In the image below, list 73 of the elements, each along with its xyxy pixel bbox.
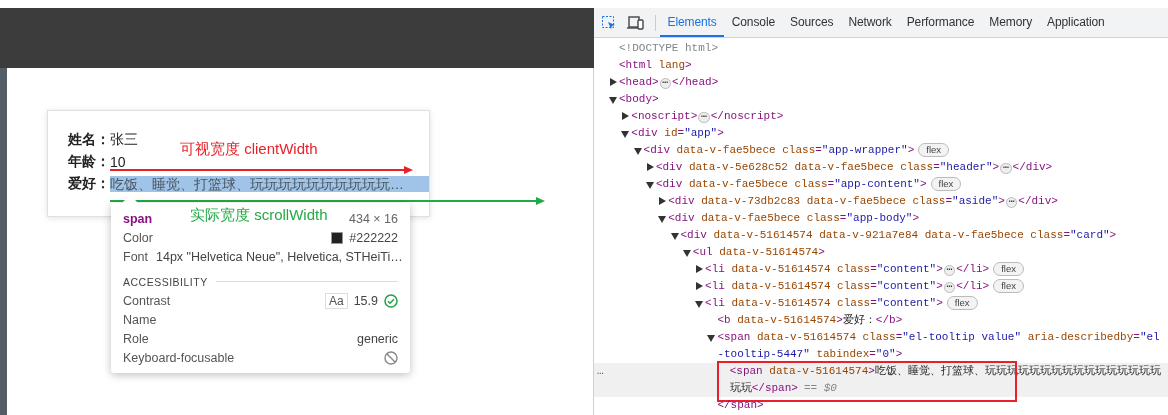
- dom-row[interactable]: <div data-v-51614574 data-v-921a7e84 data-v-fae5bece class="card">: [594, 227, 1168, 244]
- dom-node-markup[interactable]: <div data-v-fae5bece class="app-body">: [668, 210, 920, 227]
- devtools-tab[interactable]: Memory: [981, 8, 1040, 37]
- contrast-sample: Aa: [324, 292, 348, 309]
- field-value: 张三: [110, 131, 138, 149]
- element-size: 434 × 16: [349, 211, 398, 226]
- property-label: Keyboard-focusable: [123, 350, 235, 365]
- dom-node-markup[interactable]: <ul data-v-51614574>: [692, 244, 825, 261]
- field-value: 10: [110, 154, 126, 170]
- devtools-tab[interactable]: Console: [724, 8, 783, 37]
- dom-row[interactable]: <span data-v-51614574 class="el-tooltip value" aria-describedby="el-tooltip-5447" tabindex="0">: [594, 329, 1168, 363]
- devtools-tab[interactable]: Application: [1039, 8, 1113, 37]
- annotation-label: 可视宽度 clientWidth: [180, 140, 318, 159]
- dom-node-markup[interactable]: <html lang>: [619, 57, 692, 74]
- dom-row[interactable]: <div id="app">: [594, 125, 1168, 142]
- dom-row[interactable]: </span>: [594, 397, 1168, 414]
- section-heading: ACCESSIBILITY: [123, 275, 208, 288]
- field-label: 姓名：: [68, 131, 110, 149]
- dom-row[interactable]: <noscript> ⋯ </noscript>: [594, 108, 1168, 125]
- color-swatch: [331, 231, 344, 244]
- dom-row[interactable]: <li data-v-51614574 class="content"> flex: [594, 295, 1168, 312]
- dom-node-markup[interactable]: <li data-v-51614574 class="content"> ⋯ </li> flex: [705, 278, 1024, 295]
- dom-node-markup[interactable]: <div id="app">: [631, 125, 724, 142]
- annotation-label: 实际宽度 scrollWidth: [190, 206, 328, 225]
- dom-row[interactable]: <ul data-v-51614574>: [594, 244, 1168, 261]
- dom-node-markup[interactable]: <head> ⋯ </head>: [619, 74, 719, 91]
- property-label: Name: [123, 312, 157, 327]
- devtools-tab[interactable]: Network: [840, 8, 900, 37]
- dom-row[interactable]: <li data-v-51614574 class="content"> ⋯ </li> flex: [594, 261, 1168, 278]
- dom-row[interactable]: <li data-v-51614574 class="content"> ⋯ </li> flex: [594, 278, 1168, 295]
- devtools-tab[interactable]: Performance: [899, 8, 982, 37]
- dom-node-markup[interactable]: </span>: [717, 397, 764, 414]
- dom-row[interactable]: <!DOCTYPE html>: [594, 40, 1168, 57]
- dom-node-markup[interactable]: <b data-v-51614574>爱好：</b>: [717, 312, 903, 329]
- dom-node-markup[interactable]: <li data-v-51614574 class="content"> ⋯ </li> flex: [705, 261, 1024, 278]
- dom-row[interactable]: <b data-v-51614574>爱好：</b>: [594, 312, 1168, 329]
- dom-node-markup[interactable]: <noscript> ⋯ </noscript>: [631, 108, 784, 125]
- dom-row[interactable]: <head> ⋯ </head>: [594, 74, 1168, 91]
- dom-row[interactable]: <div data-v-fae5bece class="app-body">: [594, 210, 1168, 227]
- property-value: 14px "Helvetica Neue", Helvetica, STHeiTi…: [156, 249, 403, 264]
- device-toggle-icon[interactable]: [627, 14, 645, 31]
- dom-row[interactable]: <html lang>: [594, 57, 1168, 74]
- field-value: 吃饭、睡觉、打篮球、玩玩玩玩玩玩玩玩玩玩…: [110, 176, 429, 192]
- dom-row[interactable]: <div data-v-fae5bece class="app-wrapper"> flex: [594, 142, 1168, 159]
- property-value: #222222: [349, 230, 398, 245]
- dom-row[interactable]: <div data-v-fae5bece class="app-content"> flex: [594, 176, 1168, 193]
- field-label: 爱好：: [68, 175, 110, 193]
- dom-node-markup[interactable]: <div data-v-fae5bece class="app-wrapper"> flex: [643, 142, 950, 159]
- dom-node-markup[interactable]: <div data-v-73db2c83 data-v-fae5bece class="aside"> ⋯ </div>: [668, 193, 1058, 210]
- dom-row[interactable]: <div data-v-73db2c83 data-v-fae5bece class="aside"> ⋯ </div>: [594, 193, 1168, 210]
- inspect-element-icon[interactable]: [601, 14, 617, 31]
- dom-node-markup[interactable]: <span data-v-51614574 class="el-tooltip value" aria-describedby="el-tooltip-5447" tabindex="0">: [717, 329, 1164, 363]
- property-value: generic: [357, 331, 398, 346]
- devtools-tab[interactable]: Sources: [782, 8, 841, 37]
- element-tag: span: [123, 211, 153, 226]
- dom-node-markup[interactable]: <div data-v-5e628c52 data-v-fae5bece class="header"> ⋯ </div>: [655, 159, 1053, 176]
- property-label: Role: [123, 331, 149, 346]
- dom-node-markup[interactable]: <!DOCTYPE html>: [619, 40, 719, 57]
- dom-node-markup[interactable]: <div data-v-51614574 data-v-921a7e84 data-v-fae5bece class="card">: [680, 227, 1117, 244]
- more-options-button[interactable]: …: [597, 363, 604, 380]
- dom-node-markup[interactable]: <body>: [619, 91, 659, 108]
- dom-node-markup[interactable]: <li data-v-51614574 class="content"> flex: [705, 295, 978, 312]
- check-circle-icon: [384, 293, 398, 308]
- dom-row[interactable]: <div data-v-5e628c52 data-v-fae5bece class="header"> ⋯ </div>: [594, 159, 1168, 176]
- devtools-tab[interactable]: Elements: [660, 8, 725, 37]
- dom-row[interactable]: <body>: [594, 91, 1168, 108]
- property-label: Font: [123, 249, 148, 264]
- property-value: 15.9: [353, 293, 378, 308]
- dom-node-markup[interactable]: <div data-v-fae5bece class="app-content"> flex: [655, 176, 962, 193]
- prohibited-icon: [384, 350, 398, 365]
- field-label: 年龄：: [68, 153, 110, 171]
- property-label: Contrast: [123, 293, 171, 308]
- property-label: Color: [123, 230, 153, 245]
